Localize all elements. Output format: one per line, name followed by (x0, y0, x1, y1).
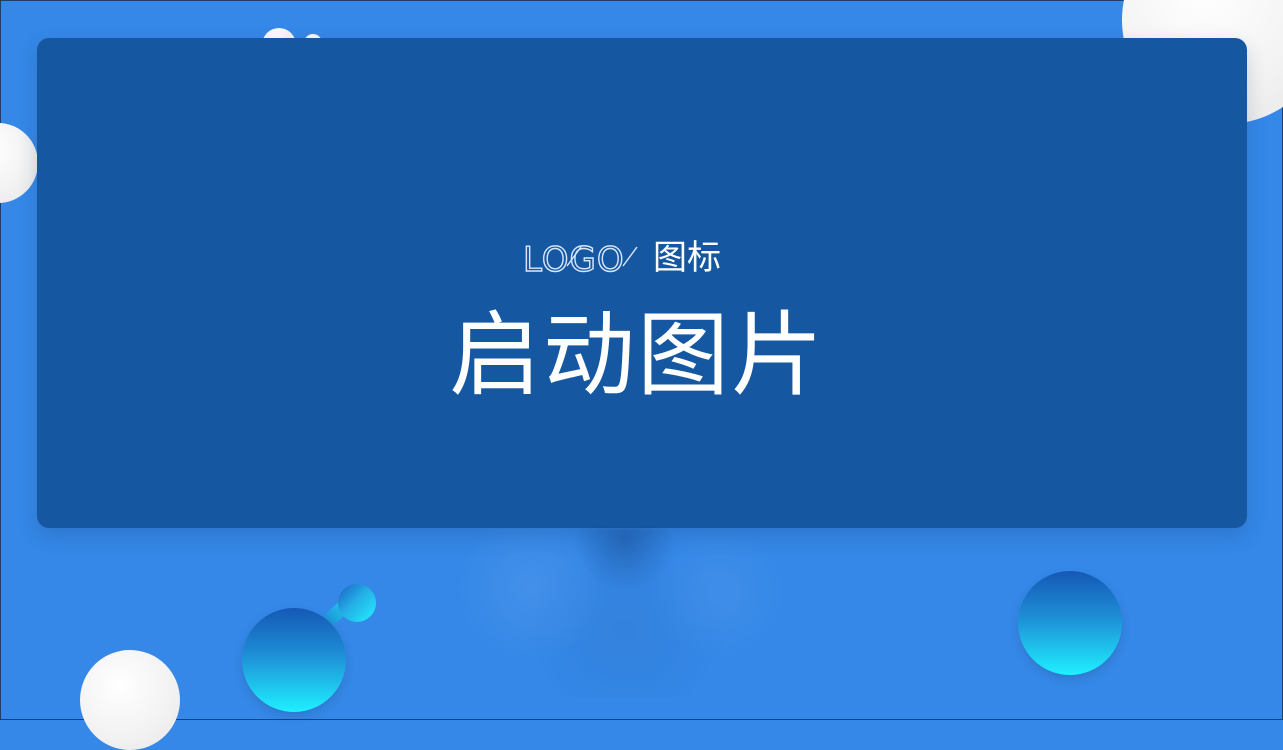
large-teal-circle-left (242, 608, 346, 712)
small-teal-circle (338, 584, 376, 622)
bottom-left-white-circle (80, 650, 180, 750)
launch-headline: 启动图片 (448, 302, 825, 409)
logo-icon: LOGO (523, 239, 638, 279)
top-left-white-circle (0, 123, 38, 203)
logo-group: LOGO 图标 (523, 237, 721, 279)
launch-card (37, 38, 1247, 528)
large-teal-circle-right (1018, 571, 1122, 675)
logo-mark-text: LOGO (523, 240, 625, 279)
card-reflection (390, 528, 860, 698)
logo-label: 图标 (653, 238, 721, 278)
